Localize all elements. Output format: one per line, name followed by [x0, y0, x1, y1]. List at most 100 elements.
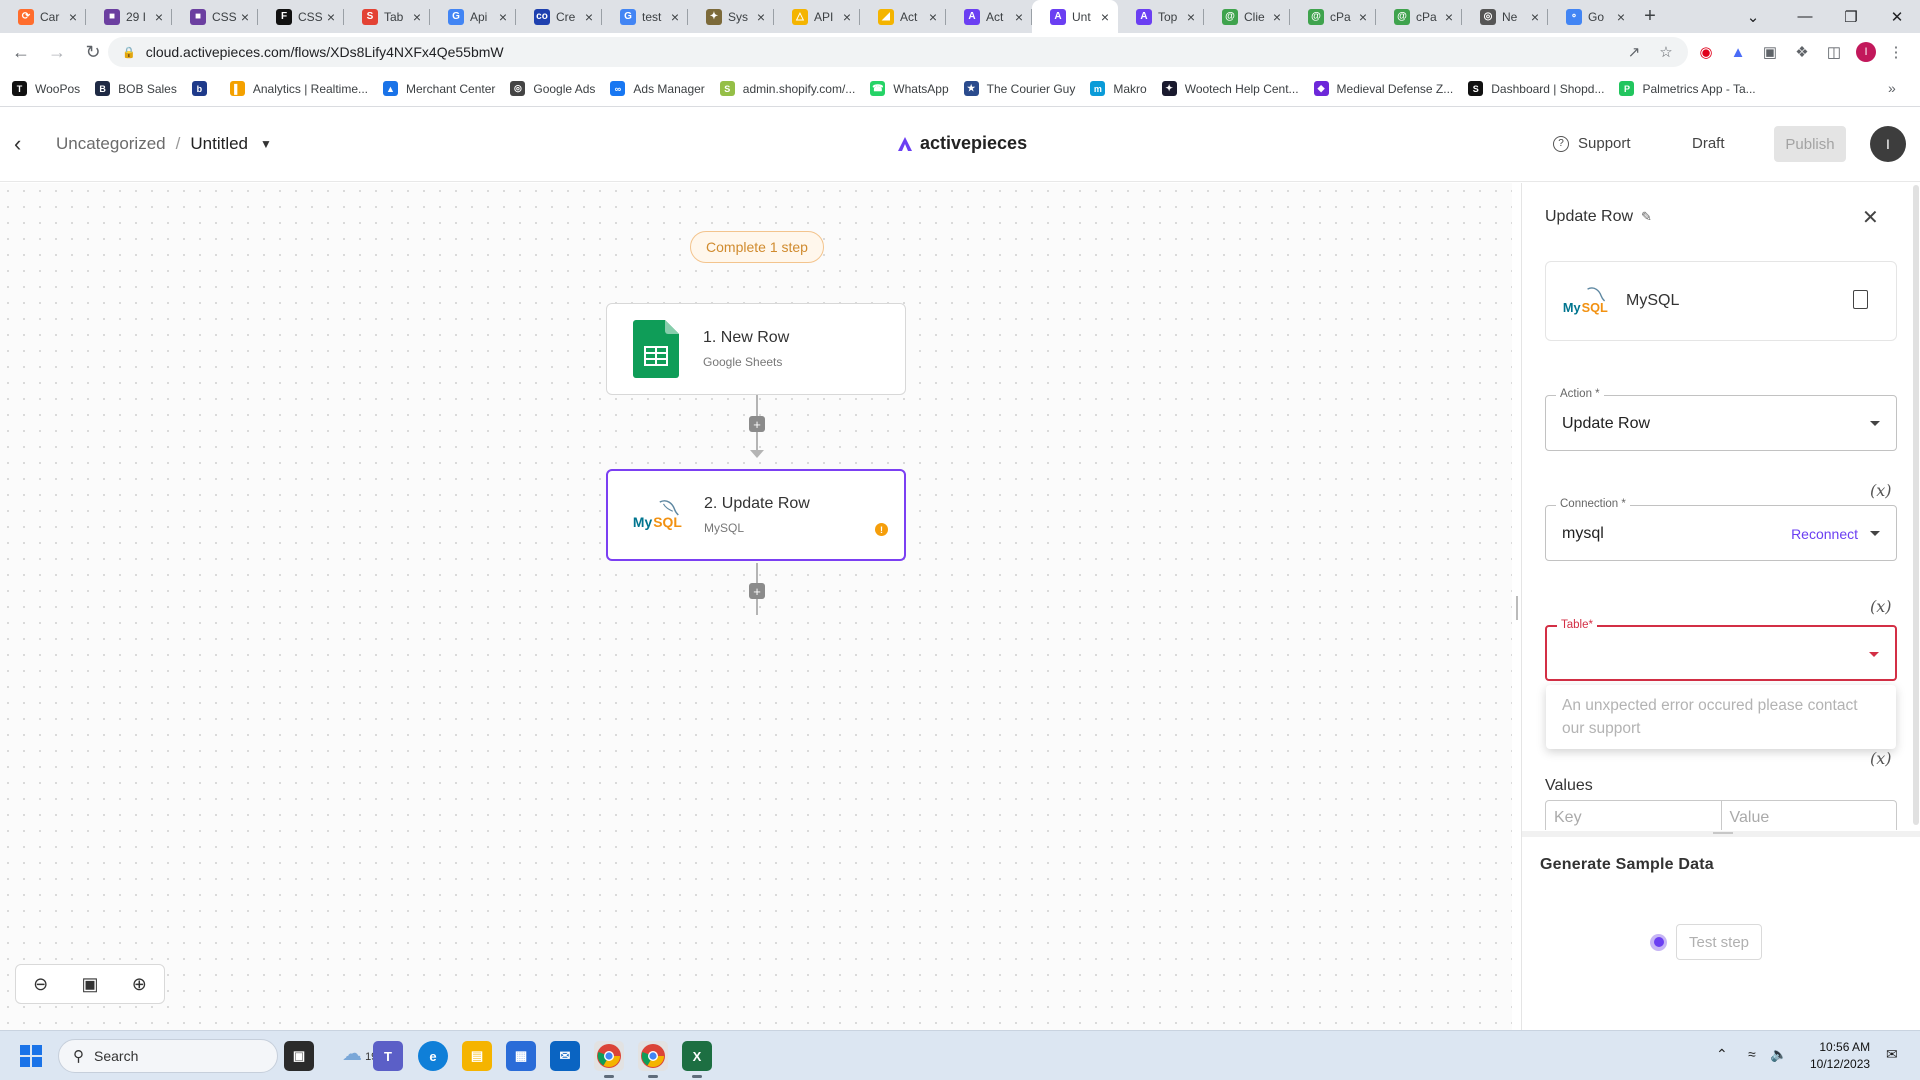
bookmark-item[interactable]: P Palmetrics App - Ta...	[1619, 81, 1756, 96]
back-icon[interactable]: ←	[6, 37, 36, 67]
bookmark-item[interactable]: ★ The Courier Guy	[963, 81, 1075, 96]
tab-close-icon[interactable]: ×	[754, 9, 768, 25]
tab-close-icon[interactable]: ×	[582, 9, 596, 25]
bookmark-item[interactable]: B BOB Sales	[95, 81, 177, 96]
browser-tab[interactable]: S Tab ×	[344, 0, 430, 33]
tab-close-icon[interactable]: ×	[840, 9, 854, 25]
profile-avatar-icon[interactable]: I	[1856, 42, 1876, 62]
share-icon[interactable]: ↗	[1624, 42, 1644, 62]
value-input[interactable]: Value	[1722, 801, 1897, 830]
notifications-icon[interactable]: ✉	[1886, 1046, 1898, 1063]
tab-close-icon[interactable]: ×	[1356, 9, 1370, 25]
browser-tab[interactable]: Gtest ×	[602, 0, 688, 33]
side-panel-icon[interactable]: ◫	[1824, 42, 1844, 62]
chrome-profile-icon[interactable]	[638, 1041, 668, 1078]
bookmark-item[interactable]: ☎ WhatsApp	[870, 81, 949, 96]
minimize-icon[interactable]: —	[1782, 0, 1828, 33]
reload-icon[interactable]: ↻	[78, 37, 108, 67]
test-step-button[interactable]: Test step	[1676, 924, 1762, 960]
reconnect-button[interactable]: Reconnect	[1791, 526, 1858, 542]
tab-close-icon[interactable]: ×	[1184, 9, 1198, 25]
screenshot-icon[interactable]: ▣	[1760, 42, 1780, 62]
browser-tab[interactable]: ■ CSS ×	[172, 0, 258, 33]
taskbar-search[interactable]: ⚲ Search	[58, 1039, 278, 1073]
add-step-icon[interactable]: +	[749, 583, 765, 599]
tab-close-icon[interactable]: ×	[1270, 9, 1284, 25]
tab-close-icon[interactable]: ×	[410, 9, 424, 25]
fit-view-icon[interactable]: ▣	[65, 965, 114, 1003]
volume-icon[interactable]: 🔈	[1770, 1046, 1787, 1063]
panel-scrollbar[interactable]	[1913, 185, 1919, 825]
browser-tab[interactable]: co Cre ×	[516, 0, 602, 33]
teams-icon[interactable]: T	[373, 1041, 403, 1071]
restore-icon[interactable]: ❐	[1828, 0, 1874, 33]
tab-close-icon[interactable]: ×	[496, 9, 510, 25]
store-icon[interactable]: ▦	[506, 1041, 536, 1071]
bookmark-item[interactable]: b	[191, 81, 215, 96]
browser-tab[interactable]: F CSS ×	[258, 0, 344, 33]
key-input[interactable]: Key	[1546, 801, 1722, 830]
browser-tab[interactable]: A Act ×	[946, 0, 1032, 33]
panel-split-handle[interactable]	[1522, 831, 1920, 837]
browser-tab[interactable]: ⟳ Car ×	[0, 0, 86, 33]
action-select[interactable]: Action * Update Row	[1545, 388, 1897, 451]
add-step-icon[interactable]: +	[749, 416, 765, 432]
browser-tab[interactable]: ■ 29 I ×	[86, 0, 172, 33]
bookmark-item[interactable]: ∞ Ads Manager	[610, 81, 705, 96]
bookmark-item[interactable]: ▲ Merchant Center	[383, 81, 495, 96]
tab-close-icon[interactable]: ×	[926, 9, 940, 25]
bookmark-item[interactable]: Sadmin.shopify.com/...	[719, 81, 855, 96]
breadcrumb-folder[interactable]: Uncategorized	[56, 134, 166, 154]
publish-button[interactable]: Publish	[1774, 126, 1846, 162]
browser-tab[interactable]: @ cPa ×	[1376, 0, 1462, 33]
windows-start-icon[interactable]	[20, 1045, 42, 1067]
draft-button[interactable]: Draft	[1692, 135, 1725, 152]
tab-close-icon[interactable]: ×	[668, 9, 682, 25]
tray-chevron-icon[interactable]: ⌃	[1716, 1046, 1728, 1063]
pencil-icon[interactable]: ✎	[1641, 209, 1652, 225]
zoom-in-icon[interactable]: ⊕	[115, 965, 164, 1003]
browser-tab[interactable]: ✦ Sys ×	[688, 0, 774, 33]
edge-icon[interactable]: e	[418, 1041, 448, 1071]
file-explorer-icon[interactable]: ▤	[462, 1041, 492, 1071]
browser-tab[interactable]: ◢ Act ×	[860, 0, 946, 33]
tab-close-icon[interactable]: ×	[66, 9, 80, 25]
wifi-icon[interactable]: ≈	[1748, 1046, 1756, 1062]
tab-close-icon[interactable]: ×	[1098, 9, 1112, 25]
close-icon[interactable]: ✕	[1862, 205, 1879, 230]
tab-close-icon[interactable]: ×	[1614, 9, 1628, 25]
bookmark-item[interactable]: m Makro	[1090, 81, 1147, 96]
close-window-icon[interactable]: ✕	[1874, 0, 1920, 33]
browser-tab[interactable]: ◎ Ne ×	[1462, 0, 1548, 33]
tab-close-icon[interactable]: ×	[152, 9, 166, 25]
panel-resize-handle[interactable]	[1516, 596, 1518, 620]
fx-toggle-values[interactable]: (x)	[1870, 749, 1892, 768]
tab-close-icon[interactable]: ×	[324, 9, 338, 25]
browser-tab[interactable]: A Top ×	[1118, 0, 1204, 33]
browser-tab[interactable]: A Unt ×	[1032, 0, 1118, 33]
browser-tab[interactable]: G Api ×	[430, 0, 516, 33]
task-view-icon[interactable]: ▣	[284, 1041, 314, 1071]
step-card-action[interactable]: My SQL 2. Update Row MySQL !	[606, 469, 906, 561]
browser-tab[interactable]: @ cPa ×	[1290, 0, 1376, 33]
browser-tab[interactable]: ∘ Go ×	[1548, 0, 1634, 33]
bookmark-item[interactable]: ◎ Google Ads	[510, 81, 595, 96]
warning-icon[interactable]: !	[875, 523, 888, 536]
address-bar[interactable]: 🔒 cloud.activepieces.com/flows/XDs8Lify4…	[108, 37, 1688, 67]
bookmark-item[interactable]: T WooPos	[12, 81, 80, 96]
flow-canvas[interactable]: Complete 1 step 1. New Row Google Sheets…	[0, 183, 1512, 1030]
more-menu-icon[interactable]: ⋮	[1886, 42, 1906, 62]
user-avatar[interactable]: I	[1870, 126, 1906, 162]
browser-tab[interactable]: @ Clie ×	[1204, 0, 1290, 33]
tab-close-icon[interactable]: ×	[1528, 9, 1542, 25]
bookmark-item[interactable]: S Dashboard | Shopd...	[1468, 81, 1604, 96]
back-arrow-icon[interactable]: ‹	[14, 131, 21, 157]
system-clock[interactable]: 10:56 AM 10/12/2023	[1810, 1039, 1870, 1073]
bookmark-star-icon[interactable]: ☆	[1656, 42, 1676, 62]
connection-select[interactable]: Connection * mysql Reconnect	[1545, 498, 1897, 561]
tab-close-icon[interactable]: ×	[1012, 9, 1026, 25]
step-card-trigger[interactable]: 1. New Row Google Sheets	[606, 303, 906, 395]
chrome-icon[interactable]	[594, 1041, 624, 1078]
tab-close-icon[interactable]: ×	[238, 9, 252, 25]
table-select[interactable]: Table*	[1545, 619, 1897, 681]
